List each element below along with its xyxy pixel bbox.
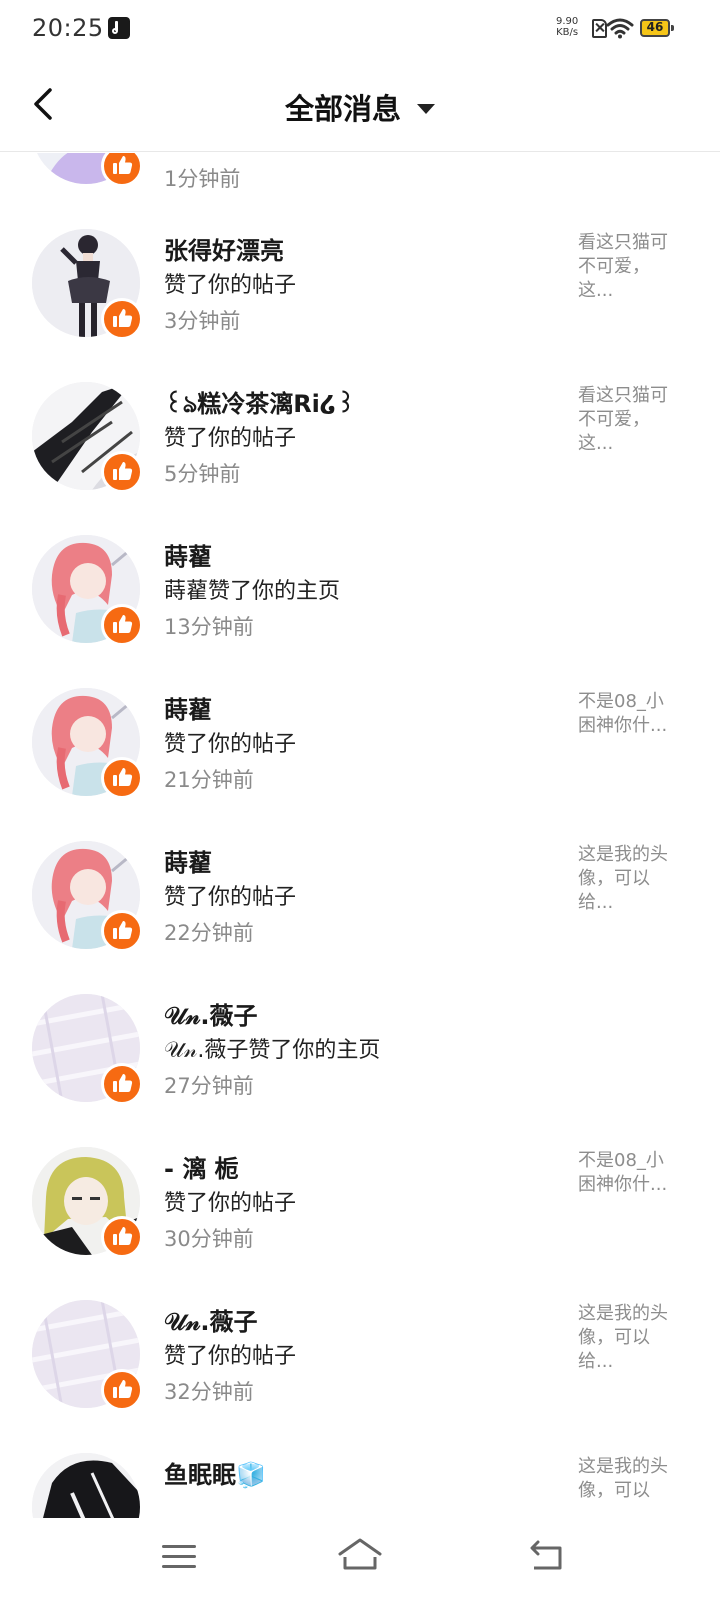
message-action: 蒔藋赞了你的主页: [164, 579, 341, 604]
post-preview[interactable]: 这是我的头 像，可以 给...: [578, 1302, 690, 1374]
network-speed-unit: KB/s: [556, 27, 579, 38]
wifi-icon: [606, 18, 634, 39]
thumbs-up-icon: [113, 1227, 133, 1245]
message-filter-dropdown[interactable]: 全部消息: [0, 86, 720, 128]
like-badge: [101, 298, 143, 340]
thumbs-up-icon: [113, 921, 133, 939]
thumbs-up-icon: [113, 1074, 133, 1092]
status-time: 20:25: [32, 14, 104, 42]
list-item[interactable]: 张得好漂亮 赞了你的帖子 3分钟前 看这只猫可 不可爱， 这...: [0, 229, 720, 382]
message-time: 1分钟前: [164, 167, 241, 191]
home-icon[interactable]: [336, 1536, 384, 1572]
avatar[interactable]: [32, 1453, 140, 1518]
like-badge: [101, 757, 143, 799]
page-title: 全部消息: [284, 92, 401, 126]
post-preview[interactable]: 看这只猫可 不可爱， 这...: [578, 384, 690, 456]
message-time: 5分钟前: [164, 462, 241, 486]
list-item[interactable]: ꒰ঌ糕冷茶漓Ri໒꒱ 赞了你的帖子 5分钟前 看这只猫可 不可爱， 这...: [0, 382, 720, 535]
tiktok-notification-icon: [108, 17, 130, 39]
sender-name[interactable]: 张得好漂亮: [164, 231, 284, 266]
list-item[interactable]: 𝒰𝓃.薇子 赞了你的帖子 32分钟前 这是我的头 像，可以 给...: [0, 1300, 720, 1453]
thumbs-up-icon: [113, 615, 133, 633]
like-badge: [101, 451, 143, 493]
message-action: 赞了你的帖子: [164, 1344, 297, 1369]
sender-name[interactable]: 𝒰𝓃.薇子: [164, 996, 258, 1031]
message-time: 22分钟前: [164, 921, 254, 945]
message-list[interactable]: 1分钟前 张得好漂亮 赞了你的帖子 3分钟前 看这只猫可 不可爱， 这... ꒰…: [0, 153, 720, 1518]
list-item[interactable]: 1分钟前: [0, 153, 720, 229]
post-preview[interactable]: 这是我的头 像，可以: [578, 1455, 690, 1503]
message-action: 赞了你的帖子: [164, 426, 297, 451]
list-item[interactable]: 𝒰𝓃.薇子 𝒰𝓃.薇子赞了你的主页 27分钟前: [0, 994, 720, 1147]
message-time: 13分钟前: [164, 615, 254, 639]
message-action: 赞了你的帖子: [164, 732, 297, 757]
sender-name[interactable]: 蒔藋: [164, 843, 212, 878]
sender-name[interactable]: 蒔藋: [164, 690, 212, 725]
battery-level: 46: [646, 20, 664, 34]
battery-icon: 46: [640, 19, 674, 37]
post-preview[interactable]: 不是08_小 困神你什...: [578, 690, 690, 738]
message-action: 赞了你的帖子: [164, 273, 297, 298]
thumbs-up-icon: [113, 462, 133, 480]
message-time: 3分钟前: [164, 309, 241, 333]
message-time: 32分钟前: [164, 1380, 254, 1404]
like-badge: [101, 1063, 143, 1105]
post-preview[interactable]: 看这只猫可 不可爱， 这...: [578, 231, 690, 303]
like-badge: [101, 153, 143, 187]
message-action: 赞了你的帖子: [164, 885, 297, 910]
message-action: 赞了你的帖子: [164, 1191, 297, 1216]
caret-down-icon: [417, 104, 435, 114]
list-item[interactable]: 蒔藋 赞了你的帖子 22分钟前 这是我的头 像，可以 给...: [0, 841, 720, 994]
like-badge: [101, 604, 143, 646]
status-bar: 20:25 9.90 KB/s 46: [0, 0, 720, 58]
system-navigation-bar: [0, 1518, 720, 1600]
menu-icon[interactable]: [162, 1542, 196, 1572]
sender-name[interactable]: 𝒰𝓃.薇子: [164, 1302, 258, 1337]
post-preview[interactable]: 这是我的头 像，可以 给...: [578, 843, 690, 915]
like-badge: [101, 910, 143, 952]
list-item[interactable]: 鱼眠眠🧊 这是我的头 像，可以: [0, 1453, 720, 1518]
post-preview[interactable]: 不是08_小 困神你什...: [578, 1149, 690, 1197]
list-item[interactable]: 蒔藋 蒔藋赞了你的主页 13分钟前: [0, 535, 720, 688]
network-speed-value: 9.90: [556, 16, 579, 27]
header-bar: 全部消息: [0, 58, 720, 152]
sender-name[interactable]: 鱼眠眠🧊: [164, 1455, 266, 1490]
no-sim-icon: [592, 19, 607, 38]
list-item[interactable]: - 漓 栀 赞了你的帖子 30分钟前 不是08_小 困神你什...: [0, 1147, 720, 1300]
message-time: 30分钟前: [164, 1227, 254, 1251]
network-speed: 9.90 KB/s: [556, 16, 578, 38]
thumbs-up-icon: [113, 156, 133, 174]
message-time: 21分钟前: [164, 768, 254, 792]
thumbs-up-icon: [113, 768, 133, 786]
like-badge: [101, 1216, 143, 1258]
system-back-icon[interactable]: [528, 1540, 564, 1572]
thumbs-up-icon: [113, 309, 133, 327]
sender-name[interactable]: 蒔藋: [164, 537, 212, 572]
list-item[interactable]: 蒔藋 赞了你的帖子 21分钟前 不是08_小 困神你什...: [0, 688, 720, 841]
like-badge: [101, 1369, 143, 1411]
message-time: 27分钟前: [164, 1074, 254, 1098]
message-action: 𝒰𝓃.薇子赞了你的主页: [164, 1038, 381, 1063]
thumbs-up-icon: [113, 1380, 133, 1398]
sender-name[interactable]: - 漓 栀: [164, 1149, 239, 1184]
